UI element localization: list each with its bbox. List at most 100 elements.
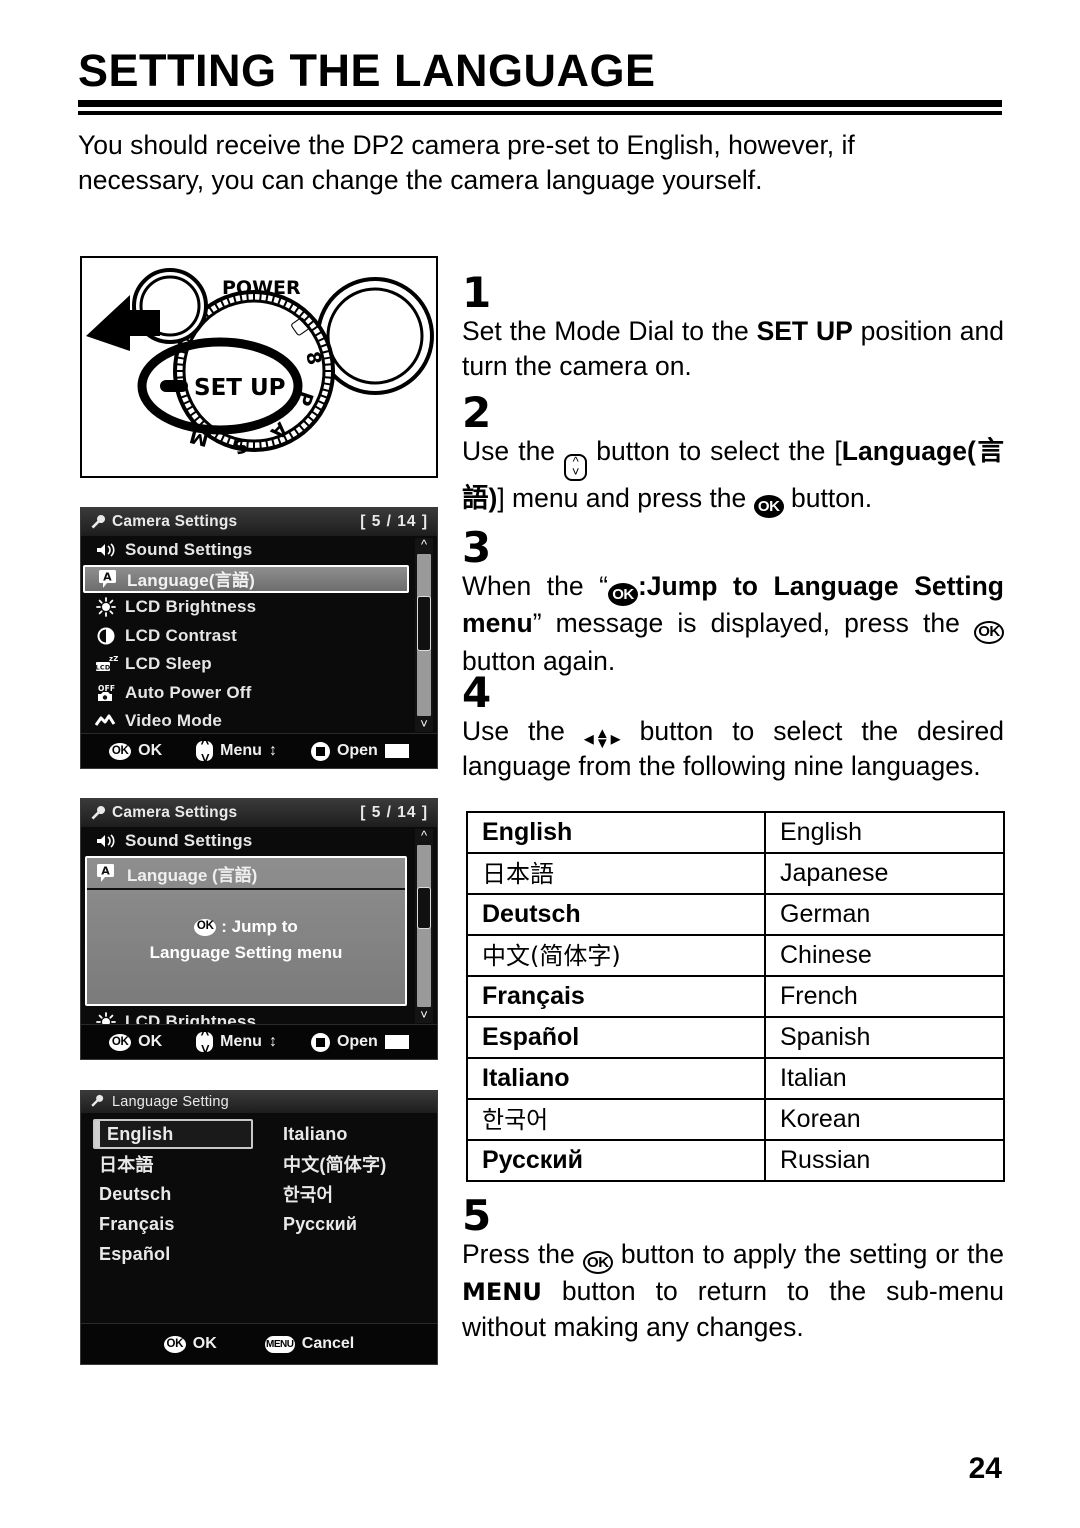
- footer-ok[interactable]: OK OK: [109, 1033, 162, 1051]
- lcd1-menu-list[interactable]: Sound Settings A Language(言語) LCD Bright…: [81, 536, 411, 734]
- chevron-up-icon[interactable]: ^: [421, 538, 427, 553]
- language-option-grid[interactable]: English 日本語 Deutsch Français Español Ita…: [81, 1115, 437, 1324]
- svg-text:zZ: zZ: [109, 655, 118, 663]
- language-option-english[interactable]: English: [93, 1119, 253, 1149]
- mode-dial-illustration: ▢ 8 P A S M POWER SET UP: [86, 268, 434, 458]
- lcd1-body: Sound Settings A Language(言語) LCD Bright…: [81, 536, 437, 734]
- lcd1-title: Camera Settings: [112, 513, 238, 530]
- up-down-button-icon: ^ ˅: [196, 1027, 214, 1057]
- wrench-icon: [90, 1094, 106, 1110]
- footer-ok[interactable]: OK OK: [163, 1335, 217, 1353]
- popup-message-line-1: OK : Jump to: [87, 914, 405, 940]
- lcd3-titlebar: Language Setting: [81, 1091, 437, 1113]
- language-option-japanese[interactable]: 日本語: [93, 1149, 253, 1179]
- step-2-text: Use the ^ ˅ button to select the [Languag…: [462, 434, 1004, 518]
- lcd3-body: English 日本語 Deutsch Français Español Ita…: [81, 1113, 437, 1324]
- footer-menu[interactable]: ^ ˅ Menu ↕: [196, 1027, 277, 1057]
- lcd1-page-count: [ 5 / 14 ]: [360, 513, 428, 530]
- language-option-label: Español: [99, 1243, 171, 1264]
- language-native-cell: Русский: [466, 1139, 766, 1182]
- language-column-left: English 日本語 Deutsch Français Español: [93, 1119, 253, 1269]
- lcd-camera-settings-menu: Camera Settings [ 5 / 14 ] Sound Setting…: [80, 507, 438, 769]
- scroll-track[interactable]: [417, 554, 431, 716]
- menu-item-sound-settings[interactable]: Sound Settings: [81, 536, 411, 565]
- chevron-down-icon[interactable]: ˅: [420, 717, 428, 732]
- wrench-icon: [90, 514, 106, 530]
- title-rule-thin: [78, 111, 1002, 115]
- lcd2-body: Sound Settings LCD Brightness A Language…: [81, 827, 437, 1032]
- menu-item-label: Auto Power Off: [125, 682, 252, 702]
- table-row: Français French: [466, 975, 1005, 1018]
- step-2-text-part-e: ] menu and press the: [497, 482, 754, 513]
- intro-line-2: necessary, you can change the camera lan…: [78, 165, 763, 196]
- language-option-spanish[interactable]: Español: [93, 1239, 253, 1269]
- footer-ok-label: OK: [138, 1033, 163, 1050]
- intro-line-1: You should receive the DP2 camera pre-se…: [78, 130, 855, 160]
- speaker-icon: [91, 833, 121, 849]
- menu-item-video-mode[interactable]: Video Mode: [81, 707, 411, 736]
- footer-ok[interactable]: OK OK: [109, 742, 162, 760]
- language-option-label: Русский: [283, 1213, 358, 1234]
- video-mode-icon: [91, 713, 121, 729]
- scroll-thumb[interactable]: [417, 596, 431, 652]
- lcd2-footer: OK OK ^ ˅ Menu ↕ Open: [81, 1024, 437, 1059]
- language-option-russian[interactable]: Русский: [277, 1209, 386, 1239]
- scroll-track[interactable]: [417, 845, 431, 1007]
- language-a-icon: A: [93, 863, 119, 883]
- title-rule-thick: [78, 100, 1002, 107]
- chevron-up-icon[interactable]: ^: [421, 829, 427, 844]
- menu-item-language[interactable]: A Language(言語): [83, 564, 409, 593]
- step-2-text-part-a: Use the: [462, 436, 565, 466]
- language-english-cell: German: [764, 893, 1005, 936]
- lcd1-footer: OK OK ^ ˅ Menu ↕ Open: [81, 733, 437, 768]
- footer-open[interactable]: Open: [310, 741, 409, 761]
- footer-open[interactable]: Open: [310, 1032, 409, 1052]
- language-native-cell: Français: [466, 975, 766, 1018]
- popup-header: A Language (言語): [87, 858, 405, 890]
- lcd-sleep-icon: zZ LCD: [91, 654, 121, 674]
- menu-item-lcd-sleep[interactable]: zZ LCD LCD Sleep: [81, 650, 411, 679]
- table-row: Русский Russian: [466, 1139, 1005, 1182]
- language-name-table: English English 日本語 Japanese Deutsch German…: [466, 811, 1005, 1182]
- step-3-number: 3: [462, 523, 492, 572]
- lcd2-titlebar: Camera Settings [ 5 / 14 ]: [81, 799, 437, 827]
- menu-item-lcd-brightness[interactable]: LCD Brightness: [81, 593, 411, 622]
- step-4-number: 4: [462, 668, 492, 717]
- language-english-cell: Japanese: [764, 852, 1005, 895]
- menu-item-label: LCD Contrast: [125, 625, 237, 645]
- language-native-cell: 日本語: [466, 852, 766, 895]
- footer-cancel[interactable]: MENU Cancel: [264, 1335, 354, 1353]
- menu-item-auto-power-off[interactable]: OFF Auto Power Off: [81, 679, 411, 708]
- table-row: 日本語 Japanese: [466, 852, 1005, 895]
- lcd1-scrollbar[interactable]: ^ ˅: [415, 538, 433, 732]
- language-option-german[interactable]: Deutsch: [93, 1179, 253, 1209]
- menu-item-lcd-contrast[interactable]: LCD Contrast: [81, 622, 411, 651]
- lcd2-title: Camera Settings: [112, 804, 238, 821]
- language-option-korean[interactable]: 한국어: [277, 1179, 386, 1209]
- open-rect-icon: [384, 744, 409, 758]
- popup-header-label: Language (言語): [127, 865, 258, 885]
- language-option-italian[interactable]: Italiano: [277, 1119, 386, 1149]
- table-row: Deutsch German: [466, 893, 1005, 936]
- lcd2-scrollbar[interactable]: ^ ˅: [415, 829, 433, 1023]
- ok-icon: OK: [974, 620, 1004, 644]
- step-1-text-part-a: Set the Mode Dial to the: [462, 316, 757, 346]
- lcd3-footer: OK OK MENU Cancel: [81, 1323, 437, 1364]
- language-english-cell: Russian: [764, 1139, 1005, 1182]
- lcd1-titlebar: Camera Settings [ 5 / 14 ]: [81, 508, 437, 536]
- auto-power-off-icon: OFF: [91, 683, 121, 703]
- language-english-cell: French: [764, 975, 1005, 1018]
- chevron-down-icon[interactable]: ˅: [420, 1008, 428, 1023]
- step-2-language-emphasis: Language: [841, 436, 967, 466]
- footer-ok-label: OK: [138, 742, 163, 759]
- mode-dial-figure: ▢ 8 P A S M POWER SET UP: [80, 256, 438, 478]
- step-3: 3 When the “OK:Jump to Language Setting …: [462, 527, 1004, 679]
- menu-item-sound-settings[interactable]: Sound Settings: [81, 827, 411, 856]
- scroll-thumb[interactable]: [417, 887, 431, 930]
- language-option-chinese[interactable]: 中文(简体字): [277, 1149, 386, 1179]
- svg-text:A: A: [101, 865, 110, 878]
- language-option-french[interactable]: Français: [93, 1209, 253, 1239]
- footer-menu[interactable]: ^ ˅ Menu ↕: [196, 736, 277, 766]
- ok-icon: OK: [163, 1335, 186, 1353]
- page-title: SETTING THE LANGUAGE: [78, 45, 656, 96]
